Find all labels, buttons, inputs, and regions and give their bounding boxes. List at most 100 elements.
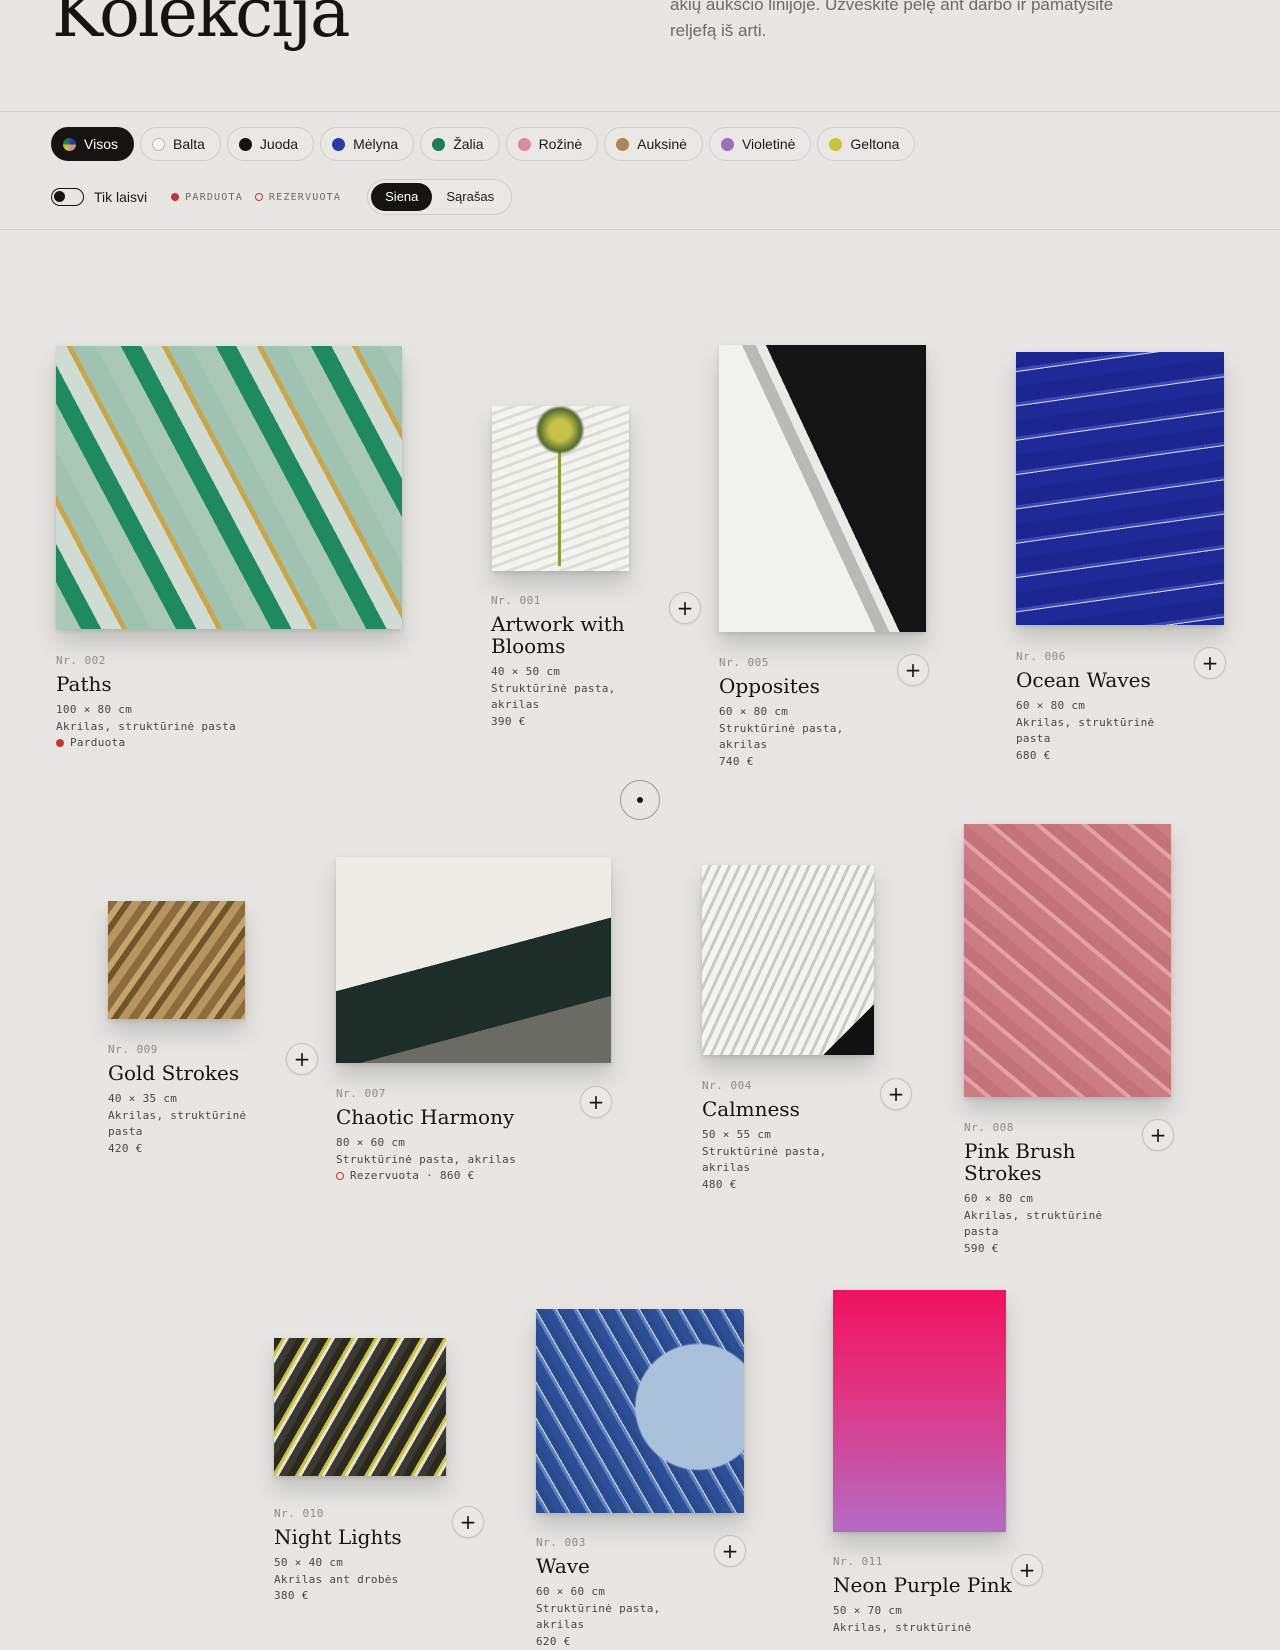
view-wall-button[interactable]: Siena (371, 183, 432, 211)
artwork-size: 60 × 80 cm (1016, 698, 1226, 715)
artwork-material: Struktūrinė pasta, akrilas (702, 1144, 852, 1177)
filter-chip-violet[interactable]: Violetinė (709, 127, 811, 161)
controls-row: Tik laisvi PARDUOTA REZERVUOTA Siena Sąr… (51, 180, 512, 214)
legend-reserved: REZERVUOTA (255, 192, 341, 203)
flower-bloom (534, 406, 586, 454)
filter-chip-green[interactable]: Žalia (420, 127, 499, 161)
filter-chip-white[interactable]: Balta (140, 127, 221, 161)
artwork-title[interactable]: Opposites (719, 675, 929, 697)
page-title: Kolekcija (52, 0, 349, 54)
add-button[interactable]: + (880, 1078, 912, 1110)
plus-icon: + (722, 1541, 739, 1561)
artwork-image-blooms[interactable] (492, 406, 629, 571)
artwork-image-chaotic-harmony[interactable] (336, 857, 611, 1063)
artwork-material: Struktūrinė pasta, akrilas (719, 721, 869, 754)
filter-chip-blue[interactable]: Mėlyna (320, 127, 414, 161)
artwork-image-neon-purple-pink[interactable] (833, 1290, 1006, 1532)
filter-chip-black[interactable]: Juoda (227, 127, 314, 161)
color-filter-bar: Visos Balta Juoda Mėlyna Žalia Rožinė Au… (51, 127, 915, 161)
filter-chip-label: Auksinė (637, 136, 687, 152)
artwork-price: 480 € (702, 1177, 912, 1194)
sold-dot-icon (56, 739, 64, 747)
artwork-status: Parduota (56, 735, 266, 752)
artwork-image-wave[interactable] (536, 1309, 744, 1513)
artwork-price: 380 € (274, 1588, 484, 1605)
add-button[interactable]: + (669, 592, 701, 624)
white-dot-icon (152, 138, 165, 151)
plus-icon: + (294, 1049, 311, 1069)
scroll-indicator-button[interactable] (620, 780, 660, 820)
add-button[interactable]: + (286, 1043, 318, 1075)
artwork-title[interactable]: Artwork with Blooms (491, 613, 651, 657)
artwork-title[interactable]: Calmness (702, 1098, 912, 1120)
black-dot-icon (239, 138, 252, 151)
artwork-title[interactable]: Neon Purple Pink (833, 1574, 1043, 1596)
view-list-button[interactable]: Sąrašas (432, 183, 508, 211)
filter-chip-pink[interactable]: Rožinė (506, 127, 599, 161)
artwork-title[interactable]: Night Lights (274, 1526, 484, 1548)
available-only-toggle[interactable] (51, 188, 84, 206)
artwork-status-label: Rezervuota · 860 € (350, 1168, 475, 1185)
artwork-image-gold-strokes[interactable] (108, 901, 245, 1019)
artwork-image-ocean-waves[interactable] (1016, 352, 1224, 625)
artwork-status-label: Parduota (70, 735, 125, 752)
blue-dot-icon (332, 138, 345, 151)
toggle-knob (54, 191, 65, 202)
filter-chip-yellow[interactable]: Geltona (817, 127, 915, 161)
artwork-size: 60 × 80 cm (719, 704, 929, 721)
artwork-status: Rezervuota · 860 € (336, 1168, 546, 1185)
artwork-size: 100 × 80 cm (56, 702, 266, 719)
artwork-material: Akrilas, struktūrinė pasta (1016, 715, 1176, 748)
artwork-title[interactable]: Paths (56, 673, 266, 695)
artwork-material: Akrilas, struktūrinė pasta (108, 1108, 258, 1141)
artwork-price: 620 € (536, 1634, 746, 1650)
filter-chip-label: Juoda (260, 136, 298, 152)
add-button[interactable]: + (580, 1086, 612, 1118)
legend-reserved-label: REZERVUOTA (269, 192, 341, 203)
artwork-image-opposites[interactable] (719, 345, 926, 632)
artwork-material: Struktūrinė pasta, akrilas (491, 681, 641, 714)
artwork-title[interactable]: Ocean Waves (1016, 669, 1226, 691)
filter-chip-label: Žalia (453, 136, 483, 152)
gold-dot-icon (616, 138, 629, 151)
filter-chip-label: Balta (173, 136, 205, 152)
artwork-material: Akrilas ant drobės (274, 1572, 484, 1589)
plus-icon: + (1150, 1125, 1167, 1145)
plus-icon: + (677, 598, 694, 618)
filter-chip-all[interactable]: Visos (51, 127, 134, 161)
add-button[interactable]: + (1194, 647, 1226, 679)
artwork-size: 50 × 70 cm (833, 1603, 1043, 1620)
add-button[interactable]: + (714, 1535, 746, 1567)
artwork-material: Akrilas, struktūrinė (833, 1620, 1043, 1637)
artwork-price: 420 € (108, 1141, 318, 1158)
plus-icon: + (888, 1084, 905, 1104)
artwork-material: Struktūrinė pasta, akrilas (536, 1601, 686, 1634)
artwork-title[interactable]: Chaotic Harmony (336, 1106, 546, 1128)
filters-divider (0, 229, 1280, 230)
artwork-material: Akrilas, struktūrinė pasta (964, 1208, 1124, 1241)
add-button[interactable]: + (1011, 1554, 1043, 1586)
artwork-price: 740 € (719, 754, 929, 771)
violet-dot-icon (721, 138, 734, 151)
yellow-dot-icon (829, 138, 842, 151)
filter-chip-gold[interactable]: Auksinė (604, 127, 703, 161)
legend-sold-label: PARDUOTA (185, 192, 243, 203)
artwork-info: Nr. 002 Paths 100 × 80 cm Akrilas, struk… (56, 654, 266, 752)
green-dot-icon (432, 138, 445, 151)
add-button[interactable]: + (897, 654, 929, 686)
add-button[interactable]: + (452, 1506, 484, 1538)
artwork-image-pink-brush-strokes[interactable] (964, 824, 1171, 1097)
artwork-size: 50 × 40 cm (274, 1555, 484, 1572)
artwork-title[interactable]: Pink Brush Strokes (964, 1140, 1094, 1184)
artwork-image-night-lights[interactable] (274, 1338, 446, 1476)
artwork-image-paths[interactable] (56, 346, 402, 629)
artwork-size: 80 × 60 cm (336, 1135, 546, 1152)
artwork-image-calmness[interactable] (702, 865, 874, 1055)
add-button[interactable]: + (1142, 1119, 1174, 1151)
plus-icon: + (1019, 1560, 1036, 1580)
available-only-label: Tik laisvi (94, 189, 147, 205)
page-intro: akių aukščio linijoje. Užveskite pelę an… (670, 0, 1150, 44)
dot-icon (637, 797, 643, 803)
sold-dot-icon (171, 193, 179, 201)
artwork-title[interactable]: Wave (536, 1555, 746, 1577)
